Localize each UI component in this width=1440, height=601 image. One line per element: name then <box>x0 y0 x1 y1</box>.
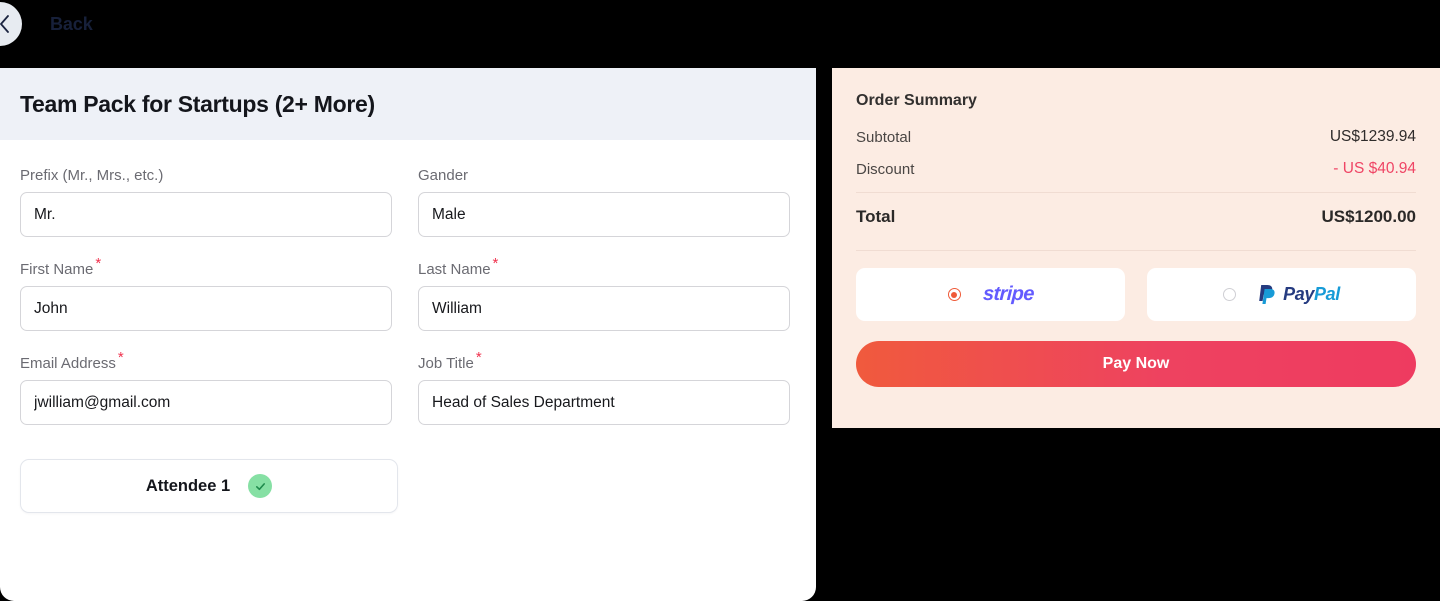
total-value: US$1200.00 <box>1321 207 1416 226</box>
form-body: Prefix (Mr., Mrs., etc.) Gander First Na… <box>0 140 816 523</box>
gander-input[interactable] <box>418 192 790 237</box>
summary-row-subtotal: Subtotal US$1239.94 <box>856 128 1416 146</box>
form-row: Email Address* Job Title* <box>20 350 796 425</box>
form-row: Prefix (Mr., Mrs., etc.) Gander <box>20 168 796 237</box>
label-text: Last Name <box>418 261 491 278</box>
paypal-label-dark: Pay <box>1283 284 1314 304</box>
top-bar: Back <box>0 0 1440 68</box>
summary-row-total: Total US$1200.00 <box>856 193 1416 240</box>
order-summary-panel: Order Summary Subtotal US$1239.94 Discou… <box>832 68 1440 428</box>
total-label: Total <box>856 207 896 226</box>
required-marker: * <box>95 255 102 272</box>
label-text: Job Title <box>418 355 474 372</box>
label-text: Prefix (Mr., Mrs., etc.) <box>20 167 164 184</box>
label-text: Gander <box>418 167 469 184</box>
label-text: Email Address <box>20 355 116 372</box>
page-title: Team Pack for Startups (2+ More) <box>20 90 375 117</box>
payment-option-paypal[interactable]: PayPal <box>1147 268 1416 321</box>
field-label-first-name: First Name * <box>20 256 392 277</box>
divider-below-total <box>856 250 1416 251</box>
attendee-tab-1[interactable]: Attendee 1 <box>20 459 398 513</box>
payment-option-stripe[interactable]: stripe <box>856 268 1125 321</box>
paypal-label-light: Pal <box>1314 284 1340 304</box>
field-label-job-title: Job Title * <box>418 350 790 371</box>
field-email: Email Address * <box>20 350 392 425</box>
chevron-left-icon[interactable] <box>0 2 22 46</box>
last-name-input[interactable] <box>418 286 790 331</box>
field-gander: Gander <box>418 168 790 237</box>
form-header: Team Pack for Startups (2+ More) <box>0 68 816 140</box>
label-text: First Name <box>20 261 94 278</box>
registration-form-panel: Team Pack for Startups (2+ More) Prefix … <box>0 68 816 601</box>
checkout-screen: Back Team Pack for Startups (2+ More) Pr… <box>0 0 1440 601</box>
form-row: First Name* Last Name* <box>20 256 796 331</box>
subtotal-value: US$1239.94 <box>1329 128 1416 145</box>
summary-title: Order Summary <box>856 92 977 109</box>
back-label: Back <box>50 13 93 34</box>
required-marker: * <box>492 255 499 272</box>
radio-stripe[interactable] <box>947 288 961 301</box>
field-label-gander: Gander <box>418 168 790 183</box>
required-marker: * <box>117 349 124 366</box>
pay-now-button[interactable]: Pay Now <box>856 341 1416 387</box>
job-title-input[interactable] <box>418 380 790 425</box>
radio-paypal[interactable] <box>1223 288 1237 301</box>
field-label-last-name: Last Name * <box>418 256 790 277</box>
subtotal-label: Subtotal <box>856 128 912 146</box>
field-job-title: Job Title * <box>418 350 790 425</box>
field-last-name: Last Name * <box>418 256 790 331</box>
paypal-logo-icon: PayPal <box>1258 284 1340 306</box>
first-name-input[interactable] <box>20 286 392 331</box>
summary-row-discount: Discount - US $40.94 <box>856 160 1416 178</box>
prefix-input[interactable] <box>20 192 392 237</box>
paypal-p-mark <box>1259 284 1275 304</box>
attendee-label: Attendee 1 <box>145 476 231 495</box>
email-input[interactable] <box>20 380 392 425</box>
discount-value: - US $40.94 <box>1333 160 1416 177</box>
payment-method-options: stripe PayPal <box>856 268 1416 321</box>
field-first-name: First Name * <box>20 256 392 331</box>
field-label-email: Email Address * <box>20 350 392 371</box>
stripe-logo-icon: stripe <box>982 283 1035 305</box>
discount-label: Discount <box>856 160 915 178</box>
check-circle-icon <box>248 474 273 498</box>
field-prefix: Prefix (Mr., Mrs., etc.) <box>20 168 392 237</box>
field-label-prefix: Prefix (Mr., Mrs., etc.) <box>20 168 392 183</box>
back-button[interactable]: Back <box>0 0 93 48</box>
required-marker: * <box>475 349 482 366</box>
attendee-tabs: Attendee 1 <box>20 459 796 523</box>
